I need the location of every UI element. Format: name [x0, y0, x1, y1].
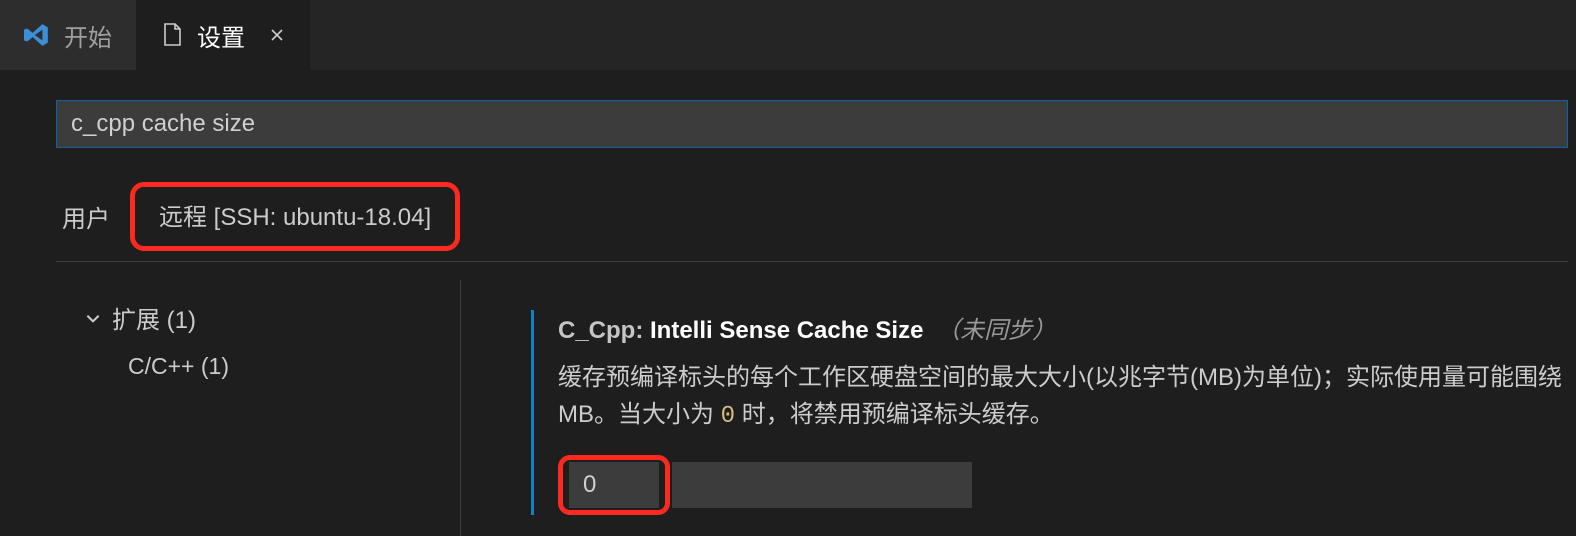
settings-tree: 扩展 (1) C/C++ (1) — [56, 280, 446, 536]
tab-start-label: 开始 — [64, 18, 112, 53]
setting-input-row — [558, 455, 1576, 515]
settings-main: 扩展 (1) C/C++ (1) C_Cpp: Intelli Sense Ca… — [56, 280, 1576, 536]
setting-intellisense-cache-size: C_Cpp: Intelli Sense Cache Size （未同步） 缓存… — [531, 310, 1576, 515]
settings-search-wrap — [56, 100, 1576, 148]
settings-editor: 用户 远程 [SSH: ubuntu-18.04] 扩展 (1) C/C++ (… — [0, 70, 1576, 536]
settings-search-input[interactable] — [56, 100, 1568, 148]
setting-desc-part-b: MB。当大小为 — [558, 401, 721, 428]
tab-bar: 开始 设置 — [0, 0, 1576, 70]
settings-content: C_Cpp: Intelli Sense Cache Size （未同步） 缓存… — [460, 280, 1576, 536]
tree-item-cpp[interactable]: C/C++ (1) — [128, 353, 446, 380]
settings-scope-row: 用户 远程 [SSH: ubuntu-18.04] — [56, 182, 1568, 262]
vscode-icon — [24, 22, 50, 48]
setting-value-input[interactable] — [569, 462, 659, 508]
tab-start[interactable]: 开始 — [0, 0, 137, 70]
tree-item-extensions[interactable]: 扩展 (1) — [84, 300, 446, 335]
file-icon — [161, 23, 183, 47]
tab-settings-label: 设置 — [197, 18, 245, 53]
setting-title-name: Intelli Sense Cache Size — [650, 317, 923, 344]
setting-title-prefix: C_Cpp: — [558, 317, 650, 344]
chevron-down-icon — [84, 309, 102, 327]
close-icon[interactable] — [269, 27, 285, 43]
setting-desc-zero: 0 — [721, 403, 735, 430]
tab-settings[interactable]: 设置 — [137, 0, 310, 70]
annotation-highlight-value — [558, 455, 670, 515]
scope-tab-user[interactable]: 用户 — [56, 195, 116, 238]
annotation-highlight-remote: 远程 [SSH: ubuntu-18.04] — [130, 182, 460, 251]
setting-desc-part-c: 时，将禁用预编译标头缓存。 — [735, 401, 1054, 428]
tree-item-extensions-label: 扩展 (1) — [112, 300, 196, 335]
setting-value-input-extension[interactable] — [672, 462, 972, 508]
setting-title: C_Cpp: Intelli Sense Cache Size （未同步） — [558, 310, 1576, 345]
setting-description: 缓存预编译标头的每个工作区硬盘空间的最大大小(以兆字节(MB)为单位)；实际使用… — [558, 359, 1576, 435]
scope-tab-remote[interactable]: 远程 [SSH: ubuntu-18.04] — [153, 193, 437, 236]
setting-title-note: （未同步） — [936, 317, 1056, 344]
setting-desc-part-a: 缓存预编译标头的每个工作区硬盘空间的最大大小(以兆字节(MB)为单位)；实际使用… — [558, 364, 1562, 391]
